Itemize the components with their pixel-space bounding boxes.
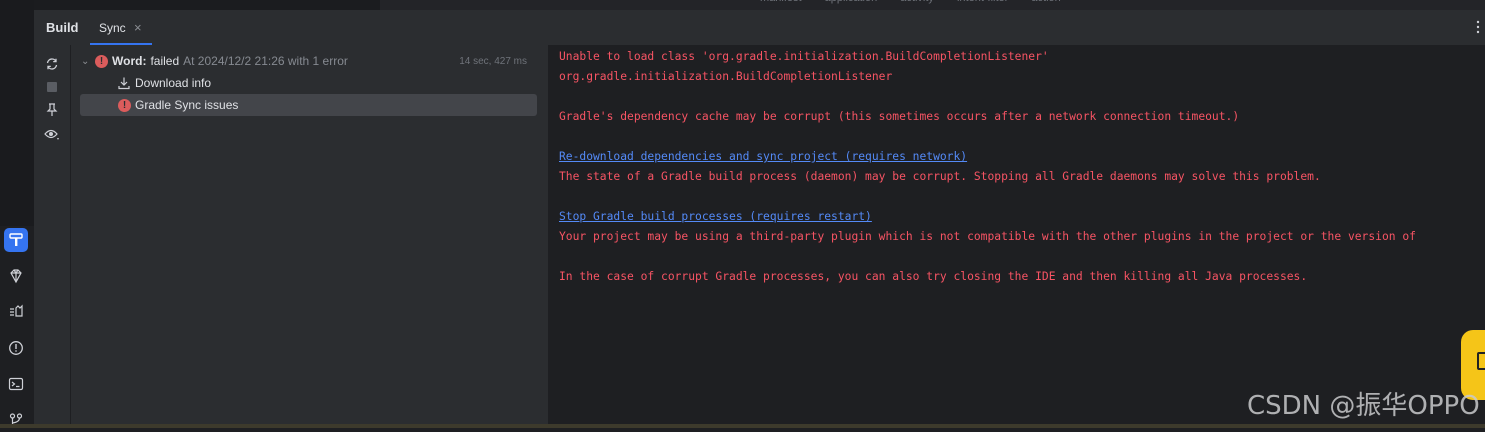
build-side-toolbar xyxy=(34,45,71,424)
build-tool-window: Build Sync × ⌄ ! Word: failed At 2024/12… xyxy=(34,10,1485,424)
tree-root-row[interactable]: ⌄ ! Word: failed At 2024/12/2 21:26 with… xyxy=(81,50,541,72)
breadcrumb-item[interactable]: application xyxy=(825,0,878,4)
tool-window-buttons xyxy=(0,226,34,428)
redownload-dependencies-link[interactable]: Re-download dependencies and sync projec… xyxy=(559,150,967,163)
download-icon xyxy=(118,77,130,90)
close-tab-icon[interactable]: × xyxy=(134,20,142,35)
stop-icon xyxy=(47,82,57,92)
terminal-tool-button[interactable] xyxy=(4,372,28,396)
console-error-line: org.gradle.initialization.BuildCompletio… xyxy=(559,70,893,83)
console-error-line: The state of a Gradle build process (dae… xyxy=(559,170,1321,183)
tool-window-header: Build Sync × xyxy=(34,10,1485,45)
breadcrumb: manifest application activity intent-fil… xyxy=(760,0,1081,6)
tab-label: Sync xyxy=(99,21,126,35)
tree-item-gradle-sync-issues[interactable]: ! Gradle Sync issues xyxy=(80,94,537,116)
breadcrumb-item[interactable]: intent-filter xyxy=(957,0,1008,4)
console-error-line: Your project may be using a third-party … xyxy=(559,230,1416,243)
status-bar-edge xyxy=(0,424,1485,428)
build-detail: At 2024/12/2 21:26 with 1 error xyxy=(183,54,348,68)
console-error-line: In the case of corrupt Gradle processes,… xyxy=(559,270,1308,283)
breadcrumb-item[interactable]: activity xyxy=(900,0,934,4)
eye-icon xyxy=(44,129,59,140)
error-icon: ! xyxy=(95,54,108,68)
gem-tool-button[interactable] xyxy=(4,264,28,288)
assistant-icon xyxy=(1477,352,1485,370)
pin-button[interactable] xyxy=(43,101,61,119)
console-error-line: Unable to load class 'org.gradle.initial… xyxy=(559,50,1049,63)
stop-gradle-processes-link[interactable]: Stop Gradle build processes (requires re… xyxy=(559,210,872,223)
resync-button[interactable] xyxy=(43,55,61,73)
tool-window-stripe xyxy=(0,0,34,428)
logcat-icon xyxy=(10,304,23,317)
view-options-button[interactable] xyxy=(43,125,61,143)
console-error-line: Gradle's dependency cache may be corrupt… xyxy=(559,110,1240,123)
build-tool-button[interactable] xyxy=(4,228,28,252)
build-tree: ⌄ ! Word: failed At 2024/12/2 21:26 with… xyxy=(71,45,548,424)
tree-item-download-info[interactable]: Download info xyxy=(117,72,211,94)
problems-tool-button[interactable] xyxy=(4,336,28,360)
error-icon: ! xyxy=(118,98,131,112)
build-target-name: Word: xyxy=(112,54,147,68)
stop-button[interactable] xyxy=(43,78,61,96)
build-duration: 14 sec, 427 ms xyxy=(459,56,527,67)
terminal-icon xyxy=(8,377,24,391)
breadcrumb-item[interactable]: manifest xyxy=(760,0,802,4)
sync-icon xyxy=(46,58,58,70)
hammer-icon xyxy=(9,233,23,246)
tree-item-label: Download info xyxy=(135,76,212,90)
more-vertical-icon[interactable] xyxy=(1475,19,1481,35)
build-status: failed xyxy=(150,54,180,68)
pin-icon xyxy=(46,103,58,116)
build-output-console[interactable]: Unable to load class 'org.gradle.initial… xyxy=(548,45,1485,424)
breadcrumb-bar: manifest application activity intent-fil… xyxy=(380,0,1485,10)
warning-circle-icon xyxy=(9,341,23,355)
vcs-tool-button[interactable] xyxy=(4,408,28,432)
logcat-tool-button[interactable] xyxy=(4,300,28,324)
tool-window-title: Build xyxy=(46,20,79,35)
tree-item-label: Gradle Sync issues xyxy=(135,98,239,112)
breadcrumb-item[interactable]: action xyxy=(1031,0,1060,4)
watermark: CSDN @振华OPPO xyxy=(1247,391,1480,421)
tab-sync[interactable]: Sync × xyxy=(90,10,152,45)
gem-icon xyxy=(10,269,22,284)
chevron-down-icon[interactable]: ⌄ xyxy=(81,56,95,67)
